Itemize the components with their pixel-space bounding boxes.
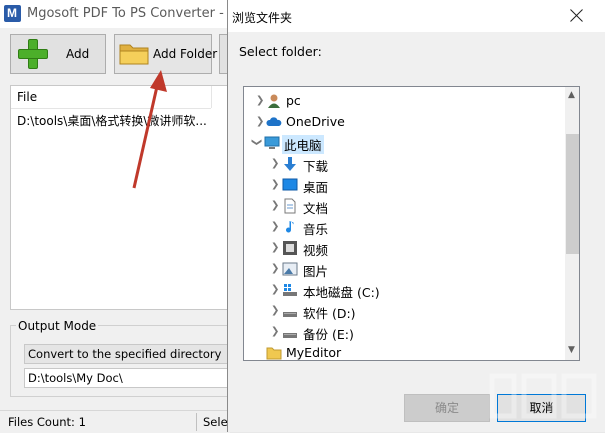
output-mode-label: Output Mode	[16, 319, 99, 333]
document-icon	[284, 198, 296, 214]
tree-item-drive-c[interactable]: ❯ 本地磁盘 (C:)	[244, 280, 564, 301]
red-arrow-annotation	[132, 70, 167, 189]
tree-item-desktop[interactable]: ❯ 桌面	[244, 175, 564, 196]
file-row[interactable]: D:\tools\桌面\格式转换\微讲师软...	[17, 112, 217, 129]
output-directory-field[interactable]: D:\tools\My Doc\	[24, 368, 228, 388]
tree-item-videos[interactable]: ❯ 视频	[244, 238, 564, 259]
files-count: Files Count: 1	[8, 415, 86, 429]
add-button[interactable]: Add	[10, 34, 106, 74]
drive-icon	[283, 312, 297, 317]
toolbar: Add Add Folder	[0, 28, 231, 80]
tree-item-label: 桌面	[303, 180, 329, 195]
select-folder-label: Select folder:	[239, 44, 322, 59]
ok-button[interactable]: 确定	[404, 394, 490, 422]
file-column-header[interactable]: File	[11, 86, 211, 109]
cloud-icon	[266, 117, 282, 126]
folder-icon	[266, 347, 282, 360]
dialog-title: 浏览文件夹	[232, 11, 293, 25]
chevron-right-icon[interactable]: ❯	[271, 158, 281, 170]
windows-drive-icon	[283, 284, 297, 296]
folder-tree[interactable]: ❯ pc ❯ OneDrive ❯ 此电脑 ❯ 下载 ❯ 桌面 ❯ 文档 ❯ 音…	[243, 86, 580, 361]
tree-item-pictures[interactable]: ❯ 图片	[244, 259, 564, 280]
tree-item-music[interactable]: ❯ 音乐	[244, 217, 564, 238]
tree-item-onedrive[interactable]: ❯ OneDrive	[244, 112, 564, 133]
tree-item-label: 下载	[303, 159, 329, 174]
chevron-right-icon[interactable]: ❯	[271, 305, 281, 317]
tree-item-label: 本地磁盘 (C:)	[303, 285, 380, 300]
close-icon[interactable]	[566, 5, 588, 27]
download-icon	[284, 157, 296, 171]
app-title-bar: Mgosoft PDF To PS Converter - Tr	[0, 0, 230, 28]
chevron-right-icon[interactable]: ❯	[271, 284, 281, 296]
user-icon	[268, 94, 280, 108]
tree-item-label: MyEditor	[286, 345, 342, 360]
chevron-right-icon[interactable]: ❯	[256, 95, 266, 107]
status-divider	[196, 413, 197, 431]
tree-item-label: 软件 (D:)	[303, 306, 356, 321]
tree-item-documents[interactable]: ❯ 文档	[244, 196, 564, 217]
plus-icon	[17, 38, 49, 70]
chevron-right-icon[interactable]: ❯	[271, 263, 281, 275]
tree-item-label: 音乐	[303, 222, 329, 237]
tree-item-label: 备份 (E:)	[303, 327, 354, 342]
chevron-down-icon[interactable]: ❯	[250, 138, 262, 148]
music-icon	[286, 221, 294, 233]
tree-scrollbar[interactable]: ▲ ▼	[565, 87, 579, 360]
output-directory-value: D:\tools\My Doc\	[28, 371, 123, 385]
tree-item-drive-d[interactable]: ❯ 软件 (D:)	[244, 301, 564, 322]
file-column-label: File	[17, 90, 38, 104]
tree-item-pc[interactable]: ❯ pc	[244, 91, 564, 112]
tree-item-label: 此电脑	[282, 135, 324, 154]
tree-item-label: pc	[286, 93, 301, 108]
column-divider[interactable]	[211, 86, 212, 108]
add-folder-button-label: Add Folder	[153, 47, 218, 61]
tree-item-label: 文档	[303, 201, 329, 216]
output-mode-select[interactable]: Convert to the specified directory	[24, 344, 228, 364]
desktop-icon	[282, 178, 298, 191]
chevron-right-icon[interactable]: ❯	[271, 200, 281, 212]
tree-item-this-pc[interactable]: ❯ 此电脑	[244, 133, 564, 154]
scrollbar-thumb[interactable]	[566, 134, 579, 254]
tree-item-drive-e[interactable]: ❯ 备份 (E:)	[244, 322, 564, 343]
chevron-right-icon[interactable]: ❯	[256, 116, 266, 128]
dialog-title-bar[interactable]: 浏览文件夹	[228, 0, 605, 32]
scroll-down-icon[interactable]: ▼	[568, 345, 575, 355]
picture-icon	[282, 262, 298, 276]
app-logo-icon	[4, 5, 21, 22]
video-icon	[283, 241, 297, 255]
folder-icon	[119, 44, 149, 65]
chevron-right-icon[interactable]: ❯	[271, 221, 281, 233]
chevron-right-icon[interactable]: ❯	[271, 326, 281, 338]
app-title: Mgosoft PDF To PS Converter - Tr	[27, 6, 227, 21]
drive-icon	[283, 333, 297, 338]
chevron-right-icon[interactable]: ❯	[271, 179, 281, 191]
add-button-label: Add	[66, 47, 90, 61]
chevron-right-icon[interactable]: ❯	[271, 242, 281, 254]
tree-item-downloads[interactable]: ❯ 下载	[244, 154, 564, 175]
watermark-logo	[489, 373, 597, 419]
output-mode-selected: Convert to the specified directory	[28, 347, 222, 361]
tree-item-label: OneDrive	[286, 114, 345, 129]
scroll-up-icon[interactable]: ▲	[568, 90, 575, 100]
tree-item-label: 视频	[303, 243, 329, 258]
tree-item-myeditor[interactable]: MyEditor	[244, 343, 564, 360]
tree-item-label: 图片	[303, 264, 329, 279]
computer-icon	[264, 136, 280, 149]
file-list[interactable]: File D:\tools\桌面\格式转换\微讲师软...	[10, 85, 228, 310]
status-bar: Files Count: 1 Selec	[0, 410, 234, 433]
